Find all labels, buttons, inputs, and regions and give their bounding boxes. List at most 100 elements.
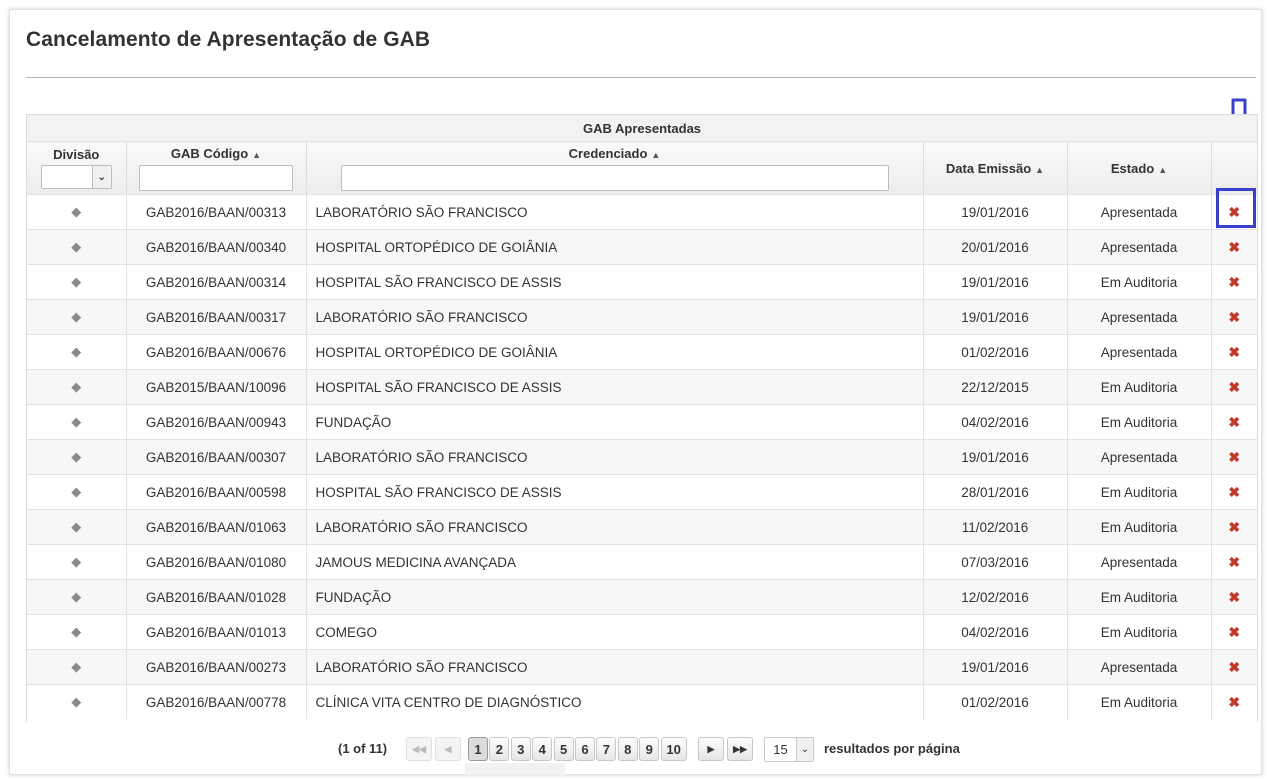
row-action-cell: ✖ [1211, 299, 1257, 335]
row-data-cell: 04/02/2016 [923, 614, 1068, 650]
row-credenciado-cell: HOSPITAL ORTOPÉDICO DE GOIÂNIA [306, 229, 924, 265]
table-row[interactable]: ◆ GAB2016/BAAN/00273 LABORATÓRIO SÃO FRANC… [27, 649, 1257, 685]
sort-icon[interactable]: ▲︎ [651, 150, 660, 160]
tag-icon: ◆ [71, 554, 82, 569]
close-icon[interactable]: ✖ [1228, 379, 1240, 395]
page-button[interactable]: 3 [510, 737, 531, 761]
divisao-filter-value [42, 166, 92, 188]
row-data-cell: 20/01/2016 [923, 229, 1068, 265]
table-row[interactable]: ◆ GAB2016/BAAN/00943 FUNDAÇÃO 04/02/2016 Em … [27, 404, 1257, 440]
row-divisao-cell: ◆ [27, 439, 127, 475]
table-row[interactable]: ◆ GAB2016/BAAN/00778 CLÍNICA VITA CENTRO D… [27, 684, 1257, 719]
row-action-cell: ✖ [1211, 369, 1257, 405]
prev-page-icon[interactable]: ◀ [435, 737, 461, 761]
row-divisao-cell: ◆ [27, 509, 127, 545]
row-action-cell: ✖ [1211, 649, 1257, 685]
chevron-down-icon[interactable]: ⌄ [796, 738, 813, 761]
close-icon[interactable]: ✖ [1228, 624, 1240, 640]
table-row[interactable]: ◆ GAB2016/BAAN/00598 HOSPITAL SÃO FRANCISC… [27, 474, 1257, 510]
row-action-cell: ✖ [1211, 684, 1257, 719]
page-button[interactable]: 7 [596, 737, 617, 761]
table-row[interactable]: ◆ GAB2016/BAAN/00313 LABORATÓRIO SÃO FRANC… [27, 194, 1257, 230]
page-button[interactable]: 2 [489, 737, 510, 761]
credenciado-filter-input[interactable] [340, 164, 889, 191]
column-header-credenciado[interactable]: Credenciado ▲︎ [306, 141, 924, 195]
row-credenciado-cell: HOSPITAL SÃO FRANCISCO DE ASSIS [306, 369, 924, 405]
close-icon[interactable]: ✖ [1228, 659, 1240, 675]
close-icon[interactable]: ✖ [1228, 309, 1240, 325]
row-estado-cell: Em Auditoria [1067, 509, 1212, 545]
rows-per-page-select[interactable]: 15 ⌄ [764, 737, 814, 762]
tag-icon: ◆ [71, 659, 82, 674]
close-icon[interactable]: ✖ [1228, 589, 1240, 605]
table-row[interactable]: ◆ GAB2016/BAAN/00314 HOSPITAL SÃO FRANCISC… [27, 264, 1257, 300]
page-button[interactable]: 10 [660, 737, 687, 761]
page-button[interactable]: 5 [553, 737, 574, 761]
tag-icon: ◆ [71, 344, 82, 359]
row-data-cell: 01/02/2016 [923, 684, 1068, 719]
row-divisao-cell: ◆ [27, 334, 127, 370]
table-row[interactable]: ◆ GAB2016/BAAN/00676 HOSPITAL ORTOPÉDICO D… [27, 334, 1257, 370]
sort-icon[interactable]: ▲︎ [1035, 165, 1044, 175]
divisao-filter-select[interactable]: ⌄ [40, 165, 112, 189]
sort-icon[interactable]: ▲︎ [1158, 165, 1167, 175]
row-codigo-cell: GAB2016/BAAN/00778 [126, 684, 307, 719]
row-divisao-cell: ◆ [27, 229, 127, 265]
row-estado-cell: Em Auditoria [1067, 369, 1212, 405]
row-estado-cell: Em Auditoria [1067, 684, 1212, 719]
table-row[interactable]: ◆ GAB2016/BAAN/01013 COMEGO 04/02/2016 Em Au… [27, 614, 1257, 650]
page-button[interactable]: 6 [575, 737, 595, 761]
gab-table-body: ◆ GAB2016/BAAN/00313 LABORATÓRIO SÃO FRANC… [27, 194, 1257, 719]
tag-icon: ◆ [71, 449, 82, 464]
row-data-cell: 19/01/2016 [923, 649, 1068, 685]
last-page-icon[interactable]: ▶▶ [727, 737, 753, 761]
next-page-icon[interactable]: ▶ [698, 737, 724, 761]
row-credenciado-cell: LABORATÓRIO SÃO FRANCISCO [306, 439, 924, 475]
row-codigo-cell: GAB2016/BAAN/00314 [126, 264, 307, 300]
tag-icon: ◆ [71, 519, 82, 534]
close-icon[interactable]: ✖ [1228, 449, 1240, 465]
row-codigo-cell: GAB2016/BAAN/00317 [126, 299, 307, 335]
codigo-filter-input[interactable] [139, 164, 293, 191]
table-row[interactable]: ◆ GAB2016/BAAN/00307 LABORATÓRIO SÃO FRANC… [27, 439, 1257, 475]
table-row[interactable]: ◆ GAB2016/BAAN/00317 LABORATÓRIO SÃO FRANC… [27, 299, 1257, 335]
row-credenciado-cell: HOSPITAL ORTOPÉDICO DE GOIÂNIA [306, 334, 924, 370]
row-data-cell: 28/01/2016 [923, 474, 1068, 510]
row-action-cell: ✖ [1211, 439, 1257, 475]
row-data-cell: 19/01/2016 [923, 194, 1068, 230]
tag-icon: ◆ [71, 309, 82, 324]
first-page-icon[interactable]: ◀◀ [406, 737, 432, 761]
table-row[interactable]: ◆ GAB2016/BAAN/01080 JAMOUS MEDICINA AVANÇ… [27, 544, 1257, 580]
tag-icon: ◆ [71, 414, 82, 429]
row-divisao-cell: ◆ [27, 684, 127, 719]
page-button[interactable]: 8 [617, 737, 638, 761]
sort-icon[interactable]: ▲︎ [252, 150, 261, 160]
page-button[interactable]: 4 [532, 737, 553, 761]
row-divisao-cell: ◆ [27, 404, 127, 440]
table-row[interactable]: ◆ GAB2016/BAAN/01063 LABORATÓRIO SÃO FRANC… [27, 509, 1257, 545]
close-icon[interactable]: ✖ [1228, 344, 1240, 360]
page-button[interactable]: 1 [468, 737, 488, 761]
row-action-cell: ✖ [1211, 264, 1257, 300]
close-icon[interactable]: ✖ [1228, 554, 1240, 570]
close-icon[interactable]: ✖ [1228, 484, 1240, 500]
table-row[interactable]: ◆ GAB2016/BAAN/01028 FUNDAÇÃO 12/02/2016 Em … [27, 579, 1257, 615]
close-icon[interactable]: ✖ [1228, 274, 1240, 290]
close-icon[interactable]: ✖ [1228, 694, 1240, 710]
table-caption: GAB Apresentadas [27, 115, 1257, 142]
row-credenciado-cell: LABORATÓRIO SÃO FRANCISCO [306, 509, 924, 545]
column-header-codigo[interactable]: GAB Código ▲︎ [126, 141, 307, 195]
close-icon[interactable]: ✖ [1228, 519, 1240, 535]
column-header-estado[interactable]: Estado ▲︎ [1067, 141, 1212, 195]
column-header-data-emissao[interactable]: Data Emissão ▲︎ [923, 141, 1068, 195]
row-codigo-cell: GAB2016/BAAN/01013 [126, 614, 307, 650]
table-row[interactable]: ◆ GAB2015/BAAN/10096 HOSPITAL SÃO FRANCISC… [27, 369, 1257, 405]
rows-per-page-label: resultados por página [824, 741, 960, 756]
table-row[interactable]: ◆ GAB2016/BAAN/00340 HOSPITAL ORTOPÉDICO D… [27, 229, 1257, 265]
page-button[interactable]: 9 [639, 737, 660, 761]
row-estado-cell: Apresentada [1067, 544, 1212, 580]
row-action-cell: ✖ [1211, 334, 1257, 370]
chevron-down-icon[interactable]: ⌄ [91, 166, 111, 188]
close-icon[interactable]: ✖ [1228, 414, 1240, 430]
close-icon[interactable]: ✖ [1228, 239, 1240, 255]
